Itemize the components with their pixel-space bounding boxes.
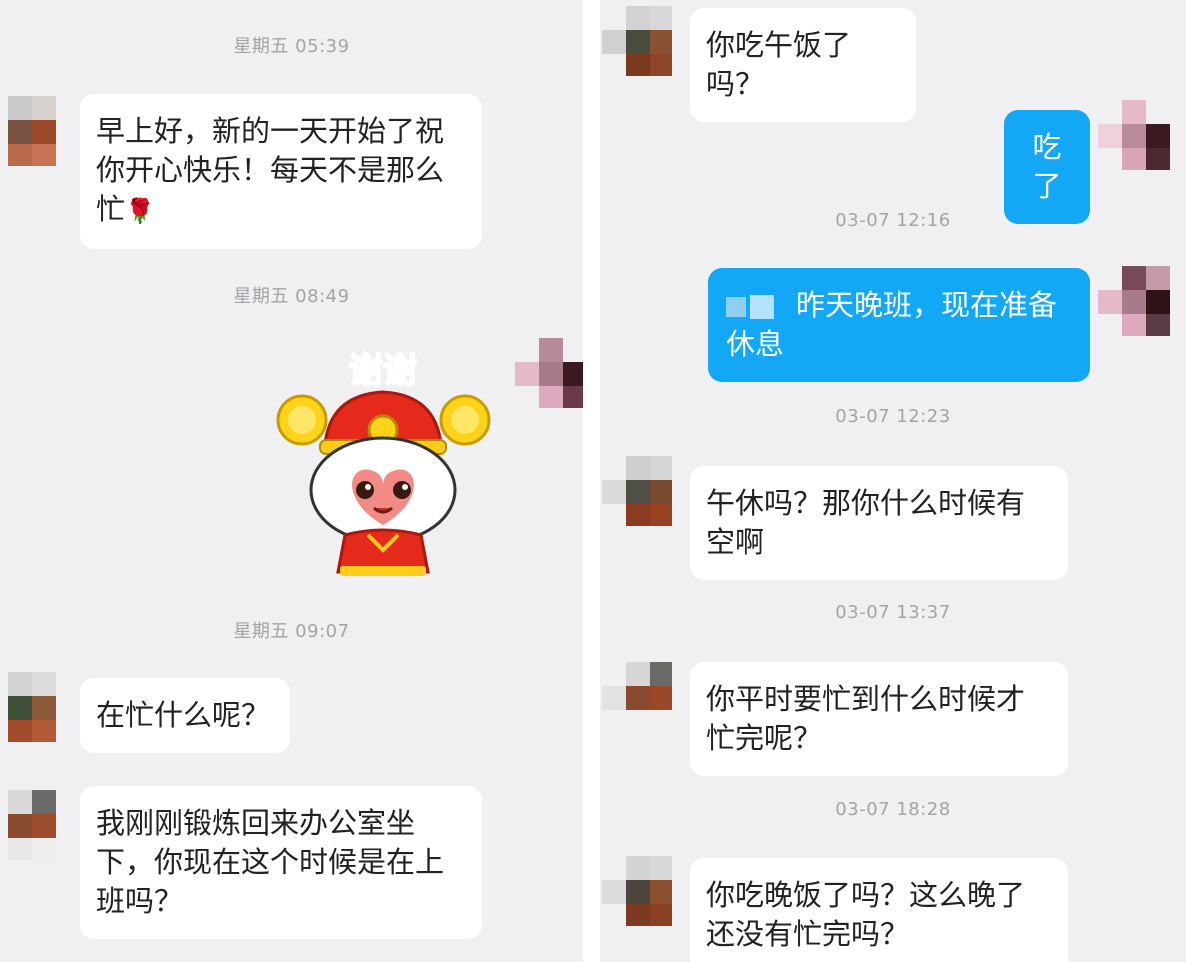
message-bubble-received[interactable]: 早上好，新的一天开始了祝你开心快乐！每天不是那么忙🌹 xyxy=(80,94,482,249)
message-text: 你吃晚饭了吗？这么晚了还没有忙完吗？ xyxy=(706,878,1026,951)
message-text: 你平时要忙到什么时候才忙完呢？ xyxy=(706,682,1026,755)
thanks-sticker[interactable]: 谢谢 xyxy=(270,340,495,580)
contact-avatar-icon[interactable] xyxy=(602,456,672,526)
timestamp: 星期五 05:39 xyxy=(233,36,350,57)
message-text: 在忙什么呢？ xyxy=(96,698,271,732)
contact-avatar-icon[interactable] xyxy=(8,790,68,860)
timestamp: 03-07 12:16 xyxy=(835,210,951,231)
message-bubble-received[interactable]: 你平时要忙到什么时候才忙完呢？ xyxy=(690,662,1068,776)
my-avatar-icon[interactable] xyxy=(515,338,583,408)
message-text: 午休吗？那你什么时候有空啊 xyxy=(706,486,1026,559)
message-bubble-received[interactable]: 你吃午饭了吗？ xyxy=(690,8,916,122)
contact-avatar-icon[interactable] xyxy=(8,96,68,166)
timestamp: 星期五 08:49 xyxy=(233,286,350,307)
timestamp: 03-07 18:28 xyxy=(835,799,951,820)
chat-panel-left: 星期五 05:39 早上好，新的一天开始了祝你开心快乐！每天不是那么忙🌹 星期五… xyxy=(0,0,583,962)
message-bubble-sent[interactable]: 昨天晚班，现在准备休息 xyxy=(708,268,1090,382)
message-text: 吃了 xyxy=(1032,130,1062,203)
my-avatar-icon[interactable] xyxy=(1098,100,1170,170)
my-avatar-icon[interactable] xyxy=(1098,266,1170,336)
contact-avatar-icon[interactable] xyxy=(602,6,672,76)
contact-avatar-icon[interactable] xyxy=(602,662,672,732)
blurred-name-icon xyxy=(750,295,774,319)
rose-emoji-icon: 🌹 xyxy=(125,197,155,225)
sticker-caption: 谢谢 xyxy=(349,351,417,391)
blurred-name-icon xyxy=(726,297,746,317)
message-bubble-received[interactable]: 午休吗？那你什么时候有空啊 xyxy=(690,466,1068,580)
timestamp: 星期五 09:07 xyxy=(233,621,350,642)
timestamp: 03-07 13:37 xyxy=(835,602,951,623)
message-bubble-received[interactable]: 在忙什么呢？ xyxy=(80,678,290,753)
message-bubble-received[interactable]: 你吃晚饭了吗？这么晚了还没有忙完吗？ xyxy=(690,858,1068,962)
contact-avatar-icon[interactable] xyxy=(8,672,68,742)
timestamp: 03-07 12:23 xyxy=(835,406,951,427)
message-bubble-received[interactable]: 我刚刚锻炼回来办公室坐下，你现在这个时候是在上班吗？ xyxy=(80,786,482,939)
message-text: 你吃午饭了吗？ xyxy=(706,28,852,101)
chat-panel-right: 你吃午饭了吗？ 吃了 03-07 12:16 昨天晚班，现在准备休息 03-07… xyxy=(600,0,1186,962)
contact-avatar-icon[interactable] xyxy=(602,856,672,926)
message-bubble-sent[interactable]: 吃了 xyxy=(1004,110,1090,224)
message-text: 我刚刚锻炼回来办公室坐下，你现在这个时候是在上班吗？ xyxy=(96,806,445,918)
message-text: 昨天晚班，现在准备休息 xyxy=(726,288,1058,361)
